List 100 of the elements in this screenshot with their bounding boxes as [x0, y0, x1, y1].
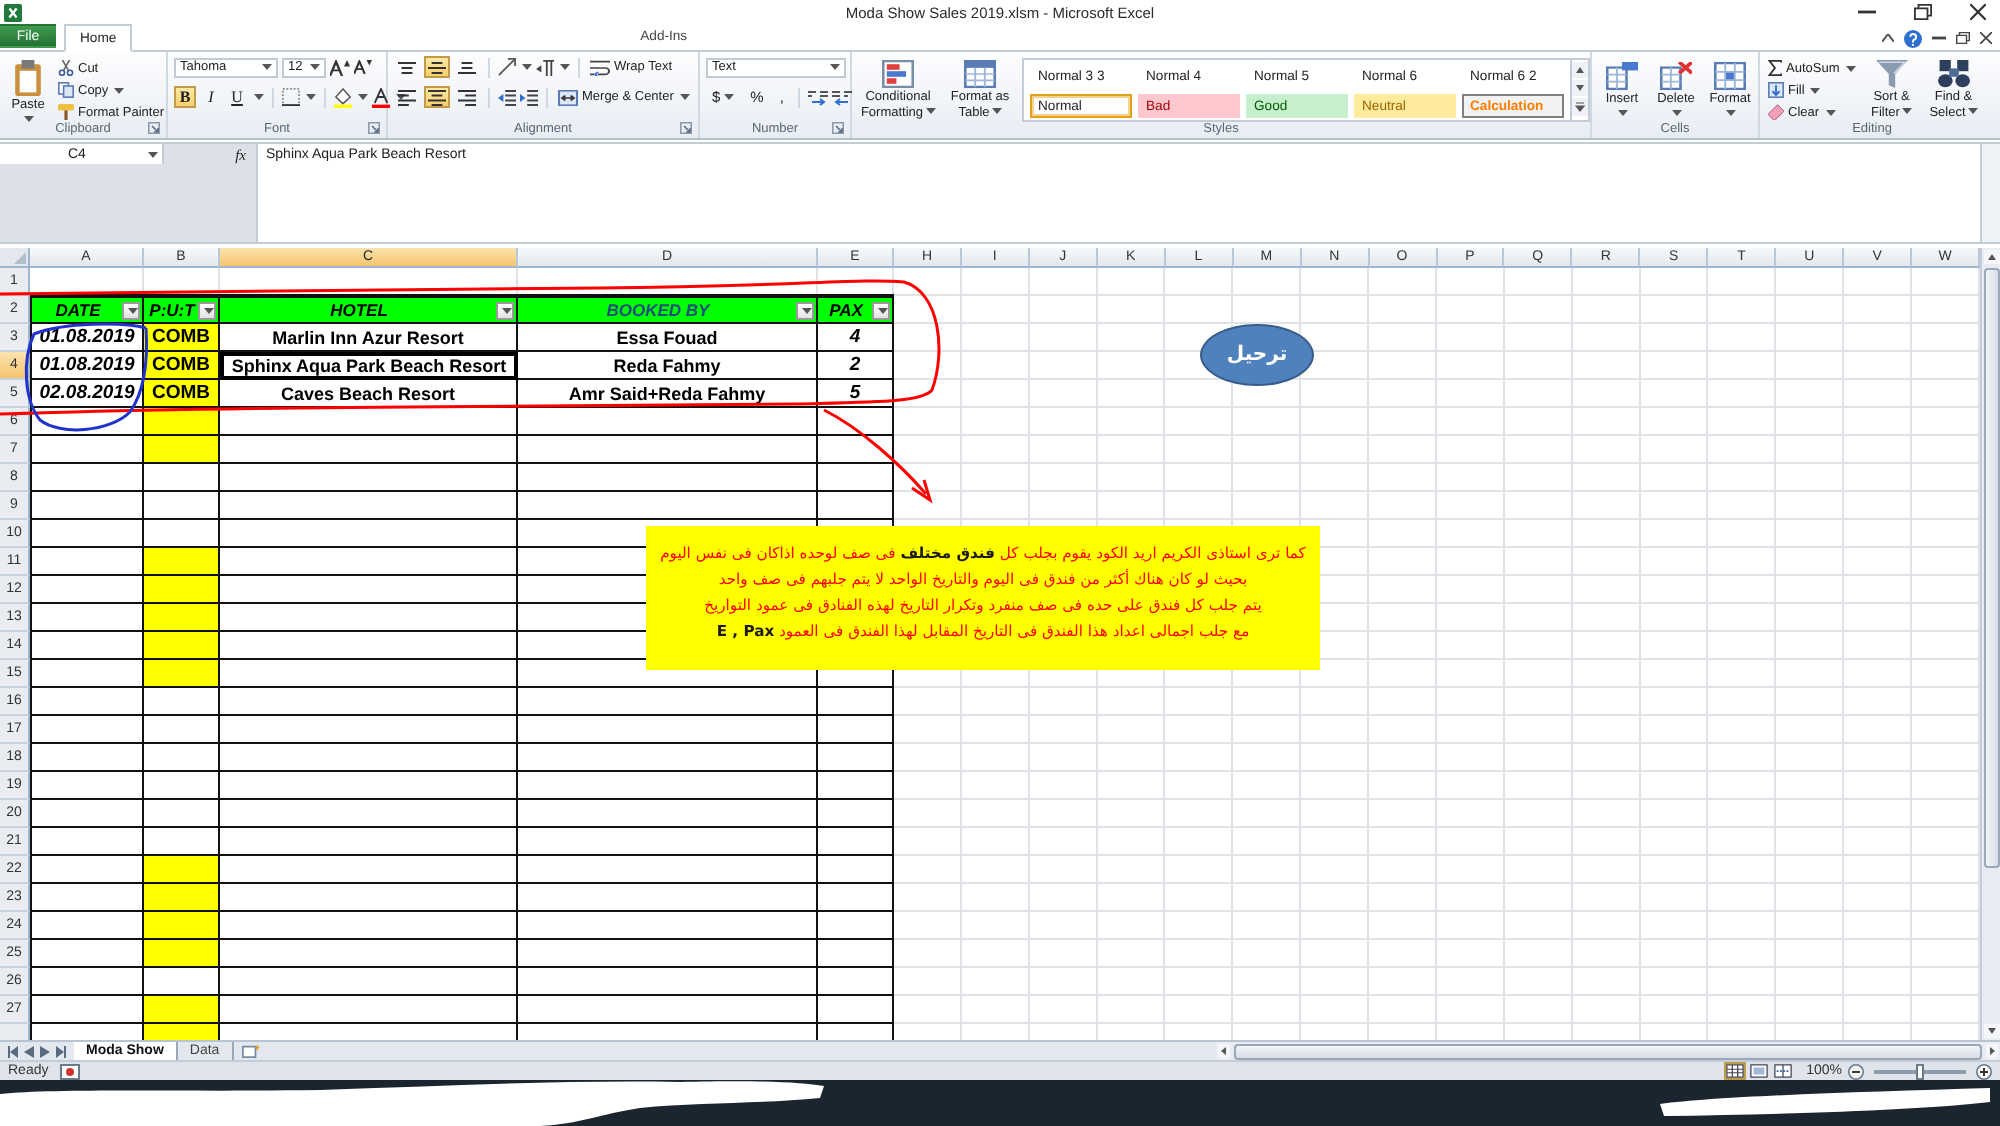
- column-title: PAX: [827, 300, 866, 320]
- format-cells-icon: [1714, 62, 1746, 91]
- view-button[interactable]: [1724, 1062, 1747, 1080]
- close-icon[interactable]: [1970, 4, 1986, 20]
- table-cell: 4: [818, 324, 894, 352]
- caret-icon: [679, 94, 690, 100]
- scroll-left-icon[interactable]: [1218, 1044, 1230, 1058]
- table-cell: Reda Fahmy: [518, 352, 818, 380]
- font-style-button[interactable]: B: [174, 86, 196, 108]
- insert-cells-icon: [1606, 62, 1638, 91]
- decrease-decimal-icon[interactable]: [831, 89, 852, 105]
- font-style-button[interactable]: U: [226, 86, 248, 108]
- right-to-left-icon[interactable]: [536, 59, 554, 75]
- scroll-right-icon[interactable]: [1986, 1044, 1998, 1058]
- table-cell: Sphinx Aqua Park Beach Resort: [220, 352, 518, 380]
- alignment-button[interactable]: [394, 86, 420, 108]
- table-bars-icon: [882, 60, 914, 88]
- previous-sheet-icon[interactable]: [24, 1045, 34, 1057]
- caret-icon: [991, 108, 1002, 115]
- formula-bar-scrollbar[interactable]: [1980, 144, 2000, 242]
- ribbon-collapse-icon[interactable]: [1882, 34, 1894, 42]
- borders-icon[interactable]: [282, 88, 300, 106]
- font-style-button[interactable]: I: [200, 86, 222, 108]
- scroll-down-icon[interactable]: [1572, 80, 1588, 96]
- alignment-button[interactable]: [454, 86, 480, 108]
- caret-icon: [830, 64, 840, 70]
- alignment-button[interactable]: [424, 86, 450, 108]
- dialog-launcher-icon[interactable]: [148, 122, 160, 134]
- restore-icon[interactable]: [1914, 4, 1932, 20]
- insert-sheet-icon[interactable]: [241, 1044, 260, 1058]
- restore-icon[interactable]: [1956, 32, 1970, 44]
- caret-icon: [358, 94, 368, 100]
- alignment-button[interactable]: [424, 56, 450, 78]
- alignment-button[interactable]: [394, 56, 420, 78]
- minimize-icon[interactable]: [1858, 10, 1876, 14]
- filter-button[interactable]: [496, 301, 514, 319]
- filter-button[interactable]: [872, 301, 890, 319]
- filter-button[interactable]: [796, 301, 814, 319]
- column-title: HOTEL: [328, 300, 390, 320]
- close-icon[interactable]: [1980, 32, 1992, 44]
- last-sheet-icon[interactable]: [56, 1045, 66, 1057]
- caret-icon: [877, 307, 887, 313]
- caret-icon: [925, 108, 936, 115]
- view-button[interactable]: [1748, 1062, 1771, 1080]
- table-cell: COMB: [144, 352, 220, 380]
- caret-icon: [1725, 109, 1735, 116]
- caret-icon: [396, 94, 406, 100]
- column-title: DATE: [53, 300, 103, 320]
- caret-icon: [501, 307, 511, 313]
- caret-icon: [254, 94, 264, 100]
- table-cell: Caves Beach Resort: [220, 380, 518, 408]
- horizontal-scrollbar[interactable]: [1216, 1042, 2000, 1060]
- scrollbar-thumb[interactable]: [1234, 1043, 1982, 1059]
- table-cell: 5: [818, 380, 894, 408]
- zoom-slider-thumb[interactable]: [1916, 1063, 1924, 1079]
- table-cell: COMB: [144, 324, 220, 352]
- table-cell: Amr Said+Reda Fahmy: [518, 380, 818, 408]
- scroll-up-icon[interactable]: [1572, 62, 1588, 78]
- next-sheet-icon[interactable]: [40, 1045, 50, 1057]
- filter-button[interactable]: [198, 301, 216, 319]
- copy-icon: [58, 82, 74, 98]
- caret-icon: [306, 94, 316, 100]
- table-grid-icon: [964, 60, 996, 88]
- view-button[interactable]: [1772, 1062, 1795, 1080]
- minimize-icon[interactable]: [1932, 36, 1946, 40]
- table-cell: Marlin Inn Azur Resort: [220, 324, 518, 352]
- dialog-launcher-icon[interactable]: [680, 122, 692, 134]
- binoculars-icon: [1937, 60, 1970, 88]
- caret-icon: [148, 151, 158, 157]
- macro-record-icon[interactable]: [60, 1063, 81, 1079]
- vertical-scrollbar[interactable]: [1980, 248, 2000, 1040]
- delete-cells-icon: [1660, 62, 1692, 91]
- more-styles-icon[interactable]: [1572, 98, 1588, 116]
- fill-color-icon[interactable]: [334, 87, 352, 107]
- decrease-indent-icon[interactable]: [498, 89, 516, 105]
- first-sheet-icon[interactable]: [8, 1045, 18, 1057]
- corner-triangle-icon: [14, 252, 26, 264]
- spreadsheet-app-icon[interactable]: [4, 3, 22, 21]
- caret-icon: [522, 64, 532, 70]
- scroll-up-icon[interactable]: [1983, 250, 1999, 264]
- help-icon[interactable]: [1904, 29, 1922, 47]
- dialog-launcher-icon[interactable]: [368, 122, 380, 134]
- increase-indent-icon[interactable]: [520, 89, 538, 105]
- align-left-icon: [398, 89, 416, 105]
- text-orientation-icon[interactable]: [498, 58, 516, 76]
- dialog-launcher-icon[interactable]: [832, 122, 844, 134]
- alignment-button[interactable]: [454, 56, 480, 78]
- clipboard-icon: [12, 60, 44, 96]
- filter-button[interactable]: [122, 301, 140, 319]
- font-color-icon[interactable]: [372, 87, 390, 107]
- increase-decimal-icon[interactable]: [807, 89, 828, 105]
- zoom-out-icon[interactable]: [1848, 1063, 1864, 1079]
- shrink-font-icon[interactable]: [354, 60, 372, 74]
- grow-font-icon[interactable]: [330, 59, 350, 75]
- caret-icon: [127, 307, 137, 313]
- caret-icon: [1671, 109, 1681, 116]
- scroll-down-icon[interactable]: [1983, 1024, 1999, 1038]
- zoom-in-icon[interactable]: [1976, 1063, 1992, 1079]
- caret-icon: [1901, 108, 1912, 115]
- scrollbar-thumb[interactable]: [1983, 268, 1999, 868]
